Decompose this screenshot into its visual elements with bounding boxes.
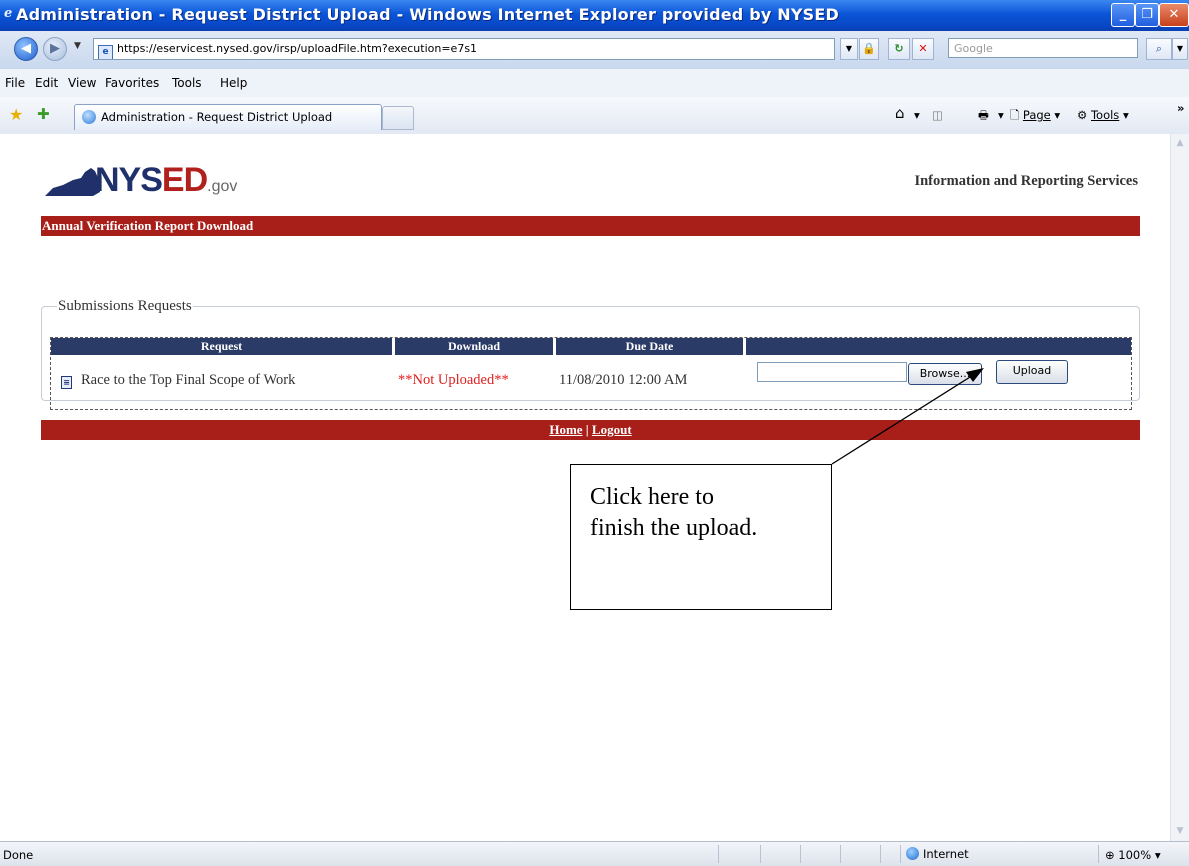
menu-help[interactable]: Help <box>220 76 247 90</box>
history-dropdown-icon[interactable]: ▼ <box>74 41 81 51</box>
due-date: 11/08/2010 12:00 AM <box>559 372 688 388</box>
page-icon: e <box>98 45 113 59</box>
ie-tab-icon <box>82 110 96 124</box>
status-text: Done <box>3 848 34 862</box>
print-dropdown-icon[interactable]: ▾ <box>998 108 1004 122</box>
logo-accent: ED <box>161 161 208 199</box>
menu-edit[interactable]: Edit <box>35 76 58 90</box>
close-button[interactable]: ✕ <box>1159 3 1189 27</box>
tab-current[interactable]: Administration - Request District Upload <box>74 104 382 130</box>
menu-view[interactable]: View <box>68 76 96 90</box>
status-divider <box>800 845 801 863</box>
col-header-actions <box>746 338 1131 355</box>
page-menu-icon: 🗋 <box>1010 108 1020 122</box>
header-right-text: Information and Reporting Services <box>914 173 1138 189</box>
new-tab-button[interactable] <box>382 106 414 130</box>
page-menu[interactable]: 🗋 Page ▾ <box>1010 108 1060 127</box>
stop-icon[interactable]: ✕ <box>912 38 934 60</box>
home-dropdown-icon[interactable]: ▾ <box>914 108 920 122</box>
ny-state-shape-icon <box>45 168 100 196</box>
zoom-icon: ⊕ <box>1105 848 1115 862</box>
scroll-up-icon[interactable]: ▲ <box>1173 136 1187 151</box>
menu-file[interactable]: File <box>5 76 25 90</box>
address-url: https://eservicest.nysed.gov/irsp/upload… <box>117 42 478 55</box>
submissions-fieldset: Submissions Requests Request Download Du… <box>41 298 1140 410</box>
tools-menu-label: Tools <box>1090 108 1120 122</box>
download-status: **Not Uploaded** <box>398 372 509 388</box>
home-link[interactable]: Home <box>549 422 582 437</box>
feeds-icon[interactable]: ◫ <box>932 108 943 122</box>
security-zone[interactable]: Internet <box>906 847 969 861</box>
tab-bar: ★ ✚ Administration - Request District Up… <box>0 97 1189 135</box>
lock-icon[interactable]: 🔒 <box>859 38 879 60</box>
submissions-table: Request Download Due Date ≡ Race to the … <box>50 337 1132 410</box>
status-bar: Done Internet ⊕ 100% ▾ <box>0 841 1189 866</box>
zoom-control[interactable]: ⊕ 100% ▾ <box>1105 848 1161 862</box>
status-divider <box>880 845 881 863</box>
refresh-icon[interactable]: ↻ <box>888 38 910 60</box>
logo-suffix: .gov <box>207 178 238 195</box>
callout-line-2: finish the upload. <box>590 515 758 541</box>
add-favorites-icon[interactable]: ✚ <box>37 105 50 123</box>
search-input[interactable]: Google <box>948 38 1138 58</box>
menu-tools[interactable]: Tools <box>172 76 202 90</box>
link-separator: | <box>585 422 589 437</box>
address-bar[interactable]: e https://eservicest.nysed.gov/irsp/uploa… <box>93 38 835 60</box>
forward-button[interactable]: ▶ <box>43 37 67 61</box>
file-path-input[interactable] <box>757 362 907 382</box>
favorites-star-icon[interactable]: ★ <box>9 105 23 124</box>
col-header-due-date: Due Date <box>556 338 743 355</box>
address-dropdown-icon[interactable]: ▼ <box>840 38 858 60</box>
menu-favorites[interactable]: Favorites <box>105 76 159 90</box>
home-icon[interactable]: ⌂ <box>895 104 905 122</box>
page-menu-label: Page <box>1022 108 1051 122</box>
zone-label: Internet <box>923 847 969 861</box>
logo-main: NYS <box>95 161 163 199</box>
browse-button[interactable]: Browse... <box>908 363 982 385</box>
status-divider <box>900 845 901 863</box>
search-icon[interactable]: ⌕ <box>1146 38 1172 60</box>
status-divider <box>760 845 761 863</box>
upload-button[interactable]: Upload <box>996 360 1068 384</box>
address-toolbar: ◀ ▶ ▼ e https://eservicest.nysed.gov/irsp… <box>0 31 1189 70</box>
status-divider <box>1098 845 1099 863</box>
minimize-button[interactable]: _ <box>1111 3 1135 27</box>
scroll-down-icon[interactable]: ▼ <box>1173 824 1187 839</box>
chevron-more-icon[interactable]: » <box>1177 101 1184 115</box>
logo-text: NYSED.gov <box>95 160 237 207</box>
fieldset-legend: Submissions Requests <box>58 298 192 314</box>
back-button[interactable]: ◀ <box>14 37 38 61</box>
footer-bar: Home | Logout <box>41 420 1140 440</box>
col-header-download: Download <box>395 338 553 355</box>
tools-menu[interactable]: ⚙ Tools ▾ <box>1077 108 1129 122</box>
document-icon[interactable]: ≡ <box>61 376 72 389</box>
status-divider <box>840 845 841 863</box>
logout-link[interactable]: Logout <box>592 422 632 437</box>
window-title: Administration - Request District Upload… <box>16 5 839 24</box>
gear-icon: ⚙ <box>1077 108 1088 122</box>
vertical-scrollbar[interactable]: ▲ ▼ <box>1170 134 1189 841</box>
request-name: Race to the Top Final Scope of Work <box>81 372 296 388</box>
print-icon[interactable]: 🖶 <box>978 108 989 127</box>
status-divider <box>718 845 719 863</box>
menu-bar: File Edit View Favorites Tools Help <box>0 69 1189 98</box>
window-title-bar: e Administration - Request District Uplo… <box>0 0 1189 31</box>
tab-title: Administration - Request District Upload <box>101 110 333 124</box>
callout-box: Click here to finish the upload. <box>570 464 832 610</box>
zoom-level: 100% <box>1118 848 1152 862</box>
search-options-icon[interactable]: ▼ <box>1172 38 1188 60</box>
callout-line-1: Click here to <box>590 484 714 510</box>
maximize-button[interactable]: ❐ <box>1135 3 1159 27</box>
col-header-request: Request <box>51 338 392 355</box>
globe-icon <box>906 847 919 860</box>
banner-title: Annual Verification Report Download <box>41 216 1140 236</box>
